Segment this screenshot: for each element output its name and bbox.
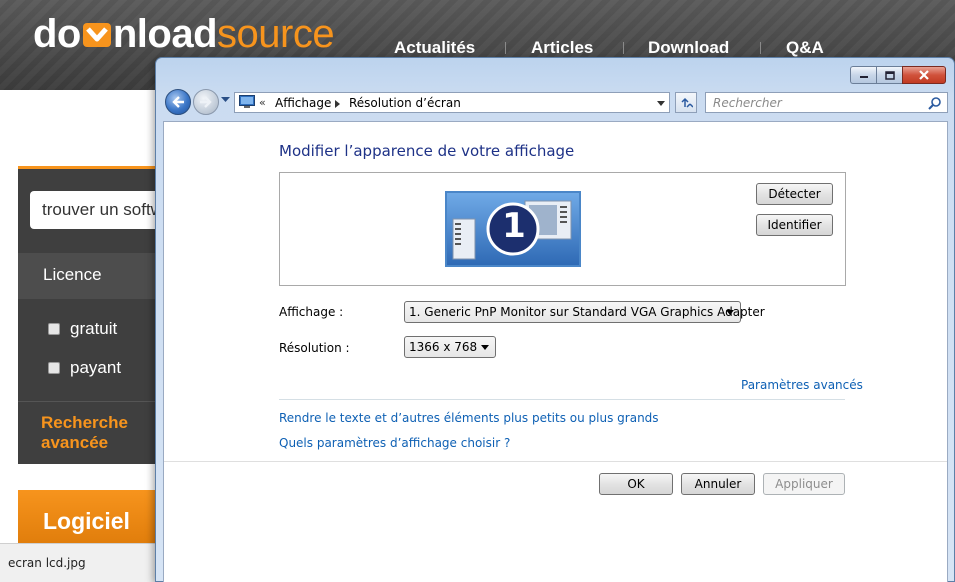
- screen-resolution-window: « Affichage Résolution d’écran Recherche…: [155, 57, 955, 582]
- footer-divider: [164, 461, 947, 462]
- display-select[interactable]: 1. Generic PnP Monitor sur Standard VGA …: [404, 301, 765, 323]
- resolution-select-value: 1366 x 768: [409, 340, 478, 354]
- download-filename[interactable]: ecran lcd.jpg: [8, 556, 86, 570]
- minimize-icon: [859, 76, 868, 78]
- search-placeholder: Rechercher: [713, 96, 782, 110]
- section-divider: [279, 399, 845, 400]
- logiciel-tab[interactable]: Logiciel: [18, 490, 158, 545]
- download-bar: ecran lcd.jpg: [0, 543, 160, 582]
- display-select-value: 1. Generic PnP Monitor sur Standard VGA …: [409, 305, 765, 319]
- advanced-settings-link[interactable]: Paramètres avancés: [741, 378, 863, 392]
- filter-gratuit-label: gratuit: [70, 319, 118, 338]
- search-box[interactable]: Rechercher: [705, 92, 948, 113]
- download-arrow-logo-icon: [82, 23, 111, 47]
- display-control-panel-icon: [239, 95, 255, 108]
- dialog-content: Modifier l’apparence de votre affichage: [163, 121, 948, 582]
- resolution-label: Résolution :: [279, 341, 350, 355]
- address-dropdown-icon[interactable]: [657, 101, 665, 106]
- checkbox-payant[interactable]: [48, 362, 60, 374]
- page-title: Modifier l’apparence de votre affichage: [279, 142, 575, 160]
- nav-articles[interactable]: Articles: [531, 38, 593, 58]
- nav-download[interactable]: Download: [648, 38, 729, 58]
- logo-text-part1: do: [33, 12, 81, 56]
- filter-payant-label: payant: [70, 358, 122, 377]
- forward-arrow-icon: [200, 96, 212, 108]
- breadcrumb-overflow[interactable]: «: [259, 96, 266, 109]
- nav-separator: [760, 42, 761, 54]
- site-sidebar: trouver un software Licence gratuit paya…: [18, 166, 160, 464]
- nav-qa[interactable]: Q&A: [786, 38, 824, 58]
- forward-button[interactable]: [193, 89, 219, 115]
- logo-text-part2: nload: [112, 12, 218, 56]
- logo-text-part3: source: [217, 12, 335, 56]
- sidebar-divider: [18, 401, 158, 402]
- breadcrumb-affichage[interactable]: Affichage: [275, 96, 331, 110]
- maximize-icon: [884, 70, 895, 80]
- refresh-button[interactable]: [675, 92, 697, 113]
- advanced-search-link[interactable]: Recherche avancée: [41, 413, 158, 453]
- detect-button[interactable]: Détecter: [756, 183, 833, 205]
- back-arrow-icon: [172, 96, 184, 108]
- cancel-button[interactable]: Annuler: [681, 473, 755, 495]
- nav-separator: [623, 42, 624, 54]
- explorer-navbar: « Affichage Résolution d’écran Recherche…: [162, 88, 950, 118]
- apply-button[interactable]: Appliquer: [763, 473, 845, 495]
- monitor-preview-area: 1 Détecter Identifier: [279, 172, 846, 286]
- window-controls: [850, 66, 946, 84]
- resolution-select[interactable]: 1366 x 768: [404, 336, 496, 358]
- filter-gratuit[interactable]: gratuit: [48, 319, 117, 339]
- address-bar[interactable]: « Affichage Résolution d’écran: [234, 92, 670, 113]
- nav-separator: [505, 42, 506, 54]
- nav-actualites[interactable]: Actualités: [394, 38, 475, 58]
- identify-button[interactable]: Identifier: [756, 214, 833, 236]
- breadcrumb-arrow-icon[interactable]: [335, 100, 340, 108]
- search-icon[interactable]: [928, 96, 942, 110]
- refresh-icon: [681, 97, 693, 108]
- chevron-down-icon: [481, 345, 489, 350]
- history-dropdown-icon[interactable]: [221, 97, 230, 103]
- monitor-number: 1: [502, 206, 526, 246]
- filter-payant[interactable]: payant: [48, 358, 121, 378]
- close-button[interactable]: [902, 66, 946, 84]
- breadcrumb-resolution[interactable]: Résolution d’écran: [349, 96, 461, 110]
- checkbox-gratuit[interactable]: [48, 323, 60, 335]
- software-search-input[interactable]: trouver un software: [30, 191, 160, 229]
- licence-heading[interactable]: Licence: [18, 253, 158, 299]
- monitor-1-preview[interactable]: 1: [445, 191, 581, 267]
- site-logo[interactable]: do nloadsource: [33, 12, 335, 57]
- maximize-button[interactable]: [876, 66, 902, 84]
- minimize-button[interactable]: [850, 66, 876, 84]
- chevron-down-icon: [726, 310, 734, 315]
- which-settings-link[interactable]: Quels paramètres d’affichage choisir ?: [279, 436, 510, 450]
- back-button[interactable]: [165, 89, 191, 115]
- ok-button[interactable]: OK: [599, 473, 673, 495]
- display-label: Affichage :: [279, 305, 344, 319]
- text-size-link[interactable]: Rendre le texte et d’autres éléments plu…: [279, 411, 659, 425]
- close-icon: [919, 70, 929, 80]
